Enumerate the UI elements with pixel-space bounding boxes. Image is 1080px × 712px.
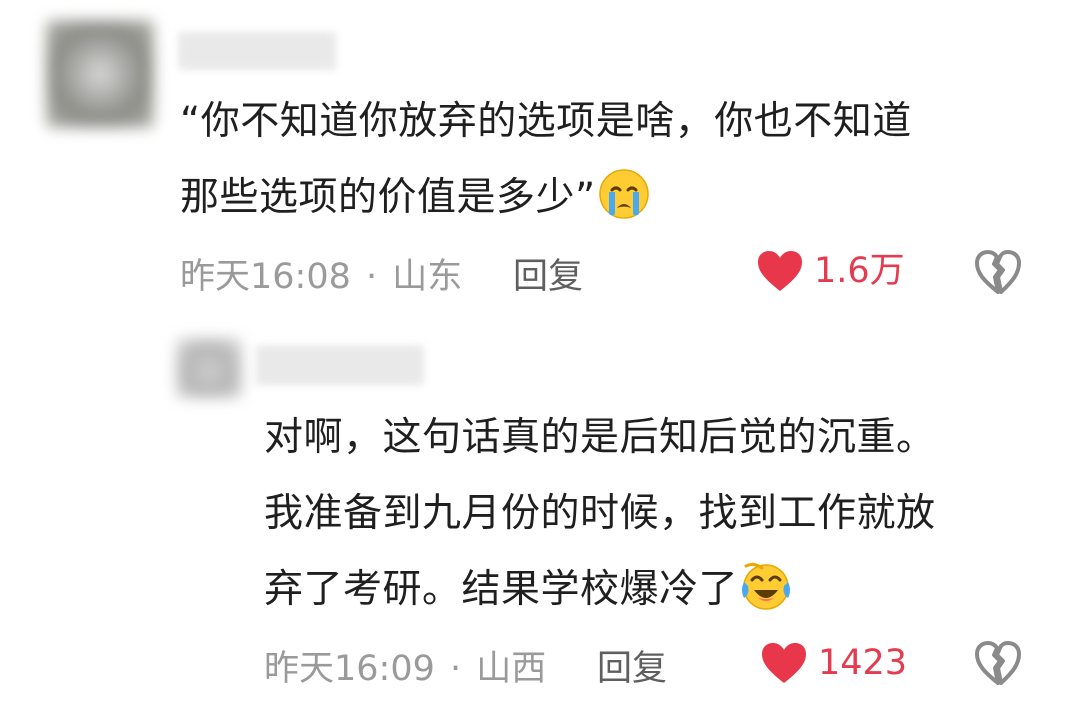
location: 山东: [392, 257, 463, 297]
broken-heart-icon[interactable]: [974, 640, 1022, 686]
broken-heart-icon[interactable]: [974, 249, 1022, 295]
location: 山西: [476, 649, 547, 689]
like-button[interactable]: 1.6万: [756, 246, 905, 296]
username-blurred[interactable]: [256, 345, 424, 385]
comment-line: 弃了考研。结果学校爆冷了: [264, 552, 1054, 628]
reply-text: 对啊，这句话真的是后知后觉的沉重。 我准备到九月份的时候，找到工作就放 弃了考研…: [264, 400, 1054, 628]
crying-face-icon: [598, 169, 649, 219]
timestamp: 昨天16:09: [264, 649, 435, 689]
comment-line: 我准备到九月份的时候，找到工作就放: [264, 491, 936, 536]
avatar[interactable]: [46, 20, 154, 128]
avatar[interactable]: [176, 338, 242, 398]
reply-button[interactable]: 回复: [513, 248, 583, 299]
username-blurred[interactable]: [178, 32, 336, 70]
like-count: 1.6万: [814, 251, 905, 291]
reply-button[interactable]: 回复: [597, 640, 667, 691]
comment-meta: 昨天16:08 · 山东: [180, 248, 462, 299]
comment-line: 那些选项的价值是多少”: [180, 160, 1040, 236]
heart-icon: [762, 643, 806, 683]
like-count: 1423: [818, 643, 908, 683]
comment-line: 对啊，这句话真的是后知后觉的沉重。: [264, 415, 936, 460]
comment-line: “你不知道你放弃的选项是啥，你也不知道: [180, 99, 912, 144]
separator: ·: [450, 649, 462, 689]
heart-icon: [758, 251, 802, 291]
like-button[interactable]: 1423: [760, 638, 907, 688]
laughing-crying-face-icon: [742, 562, 791, 610]
comment-meta: 昨天16:09 · 山西: [264, 640, 546, 691]
separator: ·: [366, 257, 378, 297]
comment-text: “你不知道你放弃的选项是啥，你也不知道 那些选项的价值是多少”: [180, 84, 1040, 236]
timestamp: 昨天16:08: [180, 257, 351, 297]
